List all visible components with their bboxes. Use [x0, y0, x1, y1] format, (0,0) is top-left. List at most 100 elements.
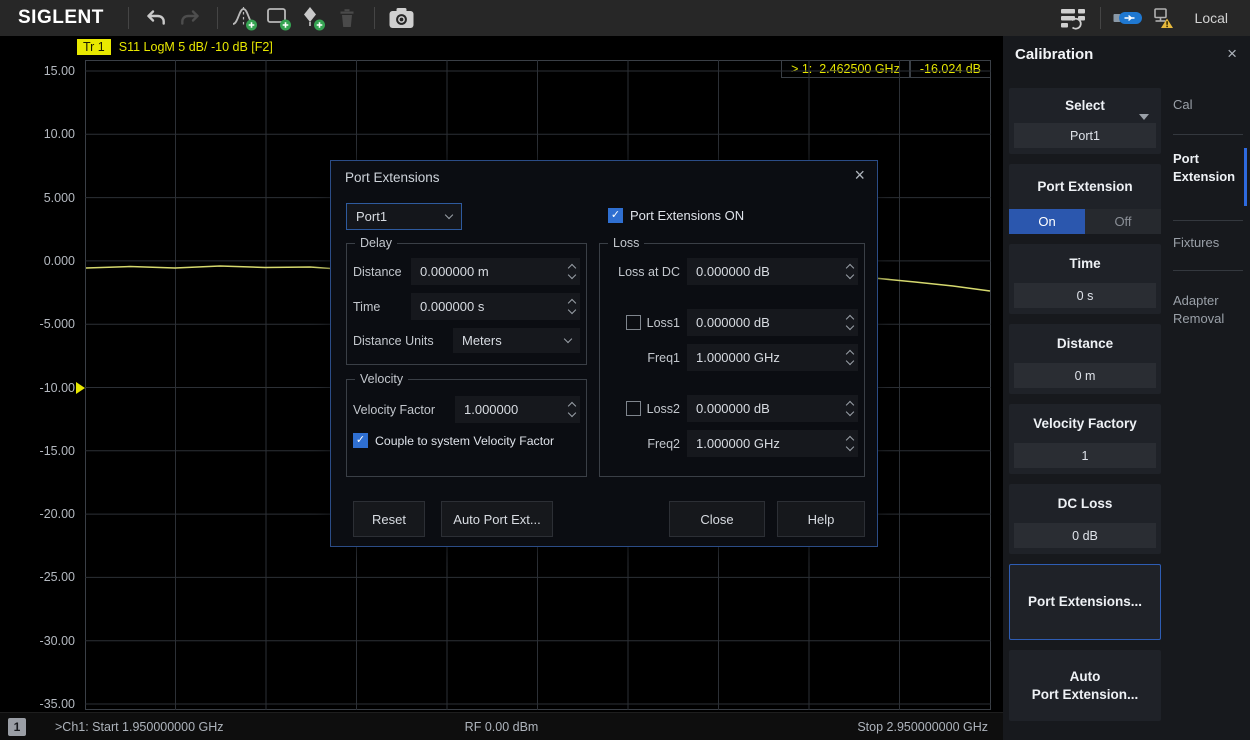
- undo-icon: [144, 6, 168, 30]
- port-extensions-menu-button[interactable]: Port Extensions...: [1009, 564, 1161, 640]
- trace-info-bar[interactable]: Tr 1 S11 LogM 5 dB/ -10 dB [F2]: [77, 39, 273, 55]
- reset-button[interactable]: Reset: [353, 501, 425, 537]
- channel-number-badge[interactable]: 1: [8, 718, 26, 736]
- distance-units-dropdown[interactable]: Meters: [453, 328, 580, 353]
- spinner[interactable]: [847, 309, 853, 336]
- stop-frequency-label[interactable]: Stop 2.950000000 GHz: [857, 720, 988, 734]
- camera-icon: [388, 7, 415, 30]
- tab-divider: [1173, 270, 1243, 271]
- time-input[interactable]: 0.000000 s: [411, 293, 580, 320]
- toggle-on-button[interactable]: On: [1009, 209, 1085, 234]
- auto-port-ext-button[interactable]: Auto Port Ext...: [441, 501, 553, 537]
- loss1-checkbox[interactable]: [626, 315, 641, 330]
- loss2-checkbox[interactable]: [626, 401, 641, 416]
- freq2-input[interactable]: 1.000000 GHz: [687, 430, 858, 457]
- y-axis-tick: -35.00: [15, 697, 75, 711]
- velocity-factory-panel[interactable]: Velocity Factory 1: [1009, 404, 1161, 474]
- spinner[interactable]: [569, 396, 575, 423]
- checkbox-checked-icon[interactable]: [608, 208, 623, 223]
- active-tab-indicator: [1244, 148, 1247, 206]
- tab-adapter-removal[interactable]: Adapter Removal: [1173, 292, 1245, 328]
- rf-power-label[interactable]: RF 0.00 dBm: [465, 720, 539, 734]
- spinner[interactable]: [847, 344, 853, 371]
- distance-panel[interactable]: Distance 0 m: [1009, 324, 1161, 394]
- redo-button[interactable]: [173, 3, 207, 33]
- toggle-off-button[interactable]: Off: [1085, 209, 1161, 234]
- local-button[interactable]: Local: [1195, 10, 1228, 26]
- y-axis-tick: -10.00: [15, 381, 75, 395]
- select-panel[interactable]: Select Port1: [1009, 88, 1161, 154]
- delay-group: Delay Distance 0.000000 m Time 0.000000 …: [346, 243, 587, 365]
- usb-status[interactable]: [1111, 3, 1145, 33]
- loss-at-dc-input[interactable]: 0.000000 dB: [687, 258, 858, 285]
- dialog-close-icon[interactable]: ×: [854, 165, 865, 186]
- spinner[interactable]: [847, 395, 853, 422]
- distance-input[interactable]: 0.000000 m: [411, 258, 580, 285]
- velocity-legend: Velocity: [355, 372, 408, 386]
- time-label: Time: [353, 300, 411, 314]
- distance-units-label: Distance Units: [353, 334, 453, 348]
- screenshot-button[interactable]: [385, 3, 419, 33]
- time-title: Time: [1009, 244, 1161, 283]
- velocity-factor-value: 1.000000: [464, 402, 518, 417]
- y-axis-tick: 15.00: [15, 64, 75, 78]
- calibration-sidebar: Calibration × Select Port1 Port Extensio…: [1003, 36, 1250, 740]
- distance-title: Distance: [1009, 324, 1161, 363]
- trace-badge[interactable]: Tr 1: [77, 39, 111, 55]
- checkbox-checked-icon[interactable]: [353, 433, 368, 448]
- layout-refresh-button[interactable]: [1056, 3, 1090, 33]
- help-button[interactable]: Help: [777, 501, 865, 537]
- couple-velocity-checkbox[interactable]: Couple to system Velocity Factor: [353, 433, 580, 448]
- tab-fixtures[interactable]: Fixtures: [1173, 234, 1219, 252]
- distance-value: 0 m: [1014, 363, 1156, 388]
- toolbar-divider: [128, 7, 129, 29]
- close-button[interactable]: Close: [669, 501, 765, 537]
- freq1-input[interactable]: 1.000000 GHz: [687, 344, 858, 371]
- delete-trace-button[interactable]: [330, 3, 364, 33]
- dc-loss-title: DC Loss: [1009, 484, 1161, 523]
- tab-port-extension[interactable]: Port Extension: [1173, 150, 1245, 186]
- y-axis-tick: -30.00: [15, 634, 75, 648]
- port-extensions-on-checkbox[interactable]: Port Extensions ON: [608, 208, 744, 223]
- spinner[interactable]: [847, 258, 853, 285]
- port-extensions-dialog: Port Extensions × Port1 Port Extensions …: [330, 160, 878, 547]
- dc-loss-panel[interactable]: DC Loss 0 dB: [1009, 484, 1161, 554]
- tab-divider: [1173, 134, 1243, 135]
- toolbar-right-group: Local: [1056, 3, 1250, 33]
- add-trace-icon: [231, 5, 259, 32]
- add-trace-button[interactable]: [228, 3, 262, 33]
- port-select-dropdown[interactable]: Port1: [346, 203, 462, 230]
- velocity-factor-input[interactable]: 1.000000: [455, 396, 580, 423]
- freq1-label: Freq1: [647, 351, 680, 365]
- distance-label: Distance: [353, 265, 411, 279]
- loss2-input[interactable]: 0.000000 dB: [687, 395, 858, 422]
- y-axis-tick: -25.00: [15, 570, 75, 584]
- siglent-logo: SIGLENT: [18, 7, 104, 29]
- time-panel[interactable]: Time 0 s: [1009, 244, 1161, 314]
- auto-port-extension-button[interactable]: Auto Port Extension...: [1009, 650, 1161, 721]
- y-axis-tick: 0.000: [15, 254, 75, 268]
- undo-button[interactable]: [139, 3, 173, 33]
- channel-status-bar: 1 >Ch1: Start 1.950000000 GHz RF 0.00 dB…: [0, 712, 1003, 740]
- loss1-input[interactable]: 0.000000 dB: [687, 309, 858, 336]
- network-status[interactable]: [1145, 3, 1179, 33]
- select-value: Port1: [1014, 123, 1156, 148]
- reference-level-marker-icon: [76, 382, 85, 394]
- spinner[interactable]: [569, 258, 575, 285]
- tab-cal[interactable]: Cal: [1173, 96, 1193, 114]
- sidebar-close-icon[interactable]: ×: [1227, 44, 1237, 64]
- loss2-value: 0.000000 dB: [696, 401, 770, 416]
- distance-units-value: Meters: [462, 333, 502, 348]
- add-marker-button[interactable]: [296, 3, 330, 33]
- chevron-down-icon: [445, 211, 453, 219]
- trace-format-label: S11 LogM 5 dB/ -10 dB [F2]: [119, 40, 273, 54]
- port-extension-title: Port Extension: [1009, 164, 1161, 209]
- loss2-label: Loss2: [647, 402, 680, 416]
- distance-value: 0.000000 m: [420, 264, 489, 279]
- spinner[interactable]: [569, 293, 575, 320]
- spinner[interactable]: [847, 430, 853, 457]
- start-frequency-label[interactable]: >Ch1: Start 1.950000000 GHz: [55, 720, 224, 734]
- add-window-button[interactable]: [262, 3, 296, 33]
- loss1-value: 0.000000 dB: [696, 315, 770, 330]
- velocity-factor-label: Velocity Factor: [353, 403, 455, 417]
